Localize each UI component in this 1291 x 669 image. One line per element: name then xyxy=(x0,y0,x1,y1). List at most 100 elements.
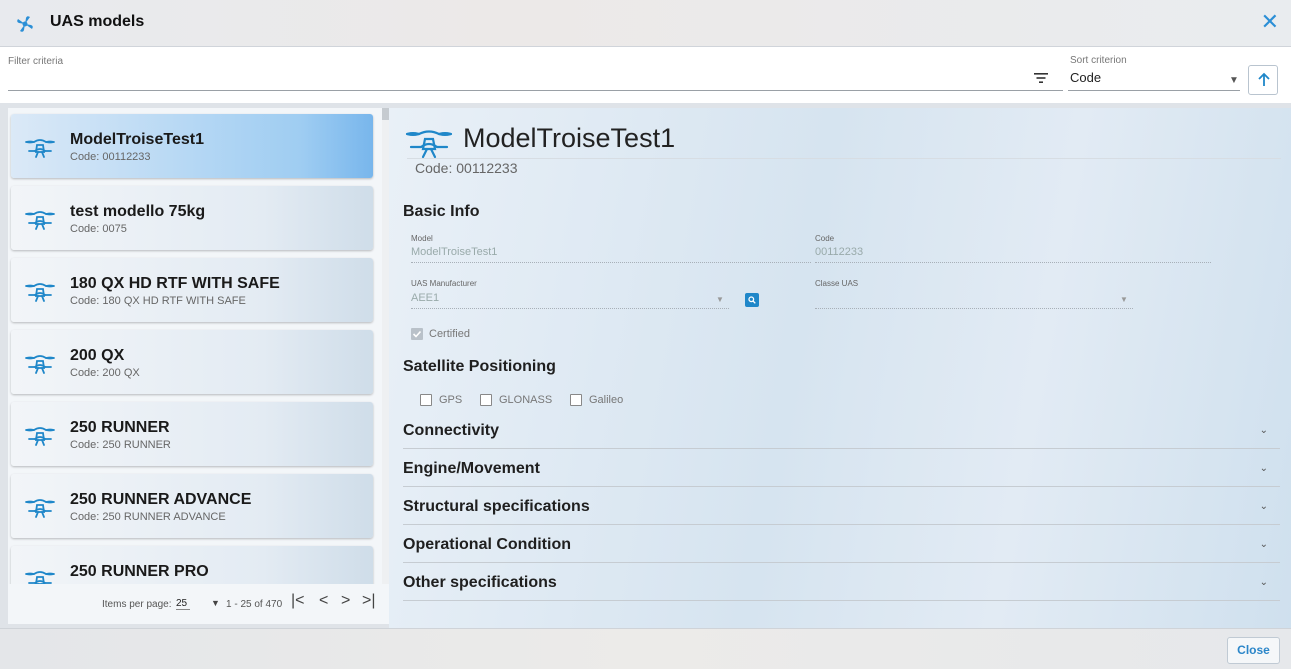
accordion-title: Structural specifications xyxy=(403,498,590,515)
list-item-name: 200 QX xyxy=(70,347,125,364)
chevron-down-icon[interactable]: ▼ xyxy=(211,598,220,608)
drone-icon xyxy=(24,351,56,375)
next-page-button[interactable]: > xyxy=(341,592,350,610)
accordion-title: Connectivity xyxy=(403,422,500,439)
list-item-name: 250 RUNNER PRO xyxy=(70,563,209,580)
list-item[interactable]: test modello 75kg Code: 0075 xyxy=(11,186,373,250)
title-divider xyxy=(407,158,1281,159)
basic-info-heading: Basic Info xyxy=(403,203,480,220)
dialog-title: UAS models xyxy=(50,13,145,30)
list-item-code: Code: 00112233 xyxy=(70,151,151,163)
model-field-label: Model xyxy=(411,234,433,243)
filter-criteria-label: Filter criteria xyxy=(8,56,64,67)
dialog-footer: Close xyxy=(0,628,1291,669)
uas-manufacturer-label: UAS Manufacturer xyxy=(411,279,477,288)
list-item[interactable]: 250 RUNNER ADVANCE Code: 250 RUNNER ADVAN… xyxy=(11,474,373,538)
gps-label: GPS xyxy=(439,394,463,406)
list-scrollbar[interactable] xyxy=(382,108,389,584)
list-item-code: Code: 250 RUNNER PRO xyxy=(70,583,198,584)
filter-lines-icon[interactable] xyxy=(1033,71,1049,85)
paginator: Items per page: 25 ▼ 1 - 25 of 470 |< < … xyxy=(8,586,389,622)
uas-manufacturer-select: AEE1 xyxy=(411,292,440,304)
drone-icon xyxy=(405,130,453,159)
chevron-down-icon: ⌄ xyxy=(1259,425,1268,436)
accordion-title: Engine/Movement xyxy=(403,460,540,477)
model-detail-panel: ModelTroiseTest1 Code: 00112233 Basic In… xyxy=(389,108,1291,628)
code-field-underline xyxy=(815,262,1211,263)
model-field-underline xyxy=(411,262,811,263)
model-field: ModelTroiseTest1 xyxy=(411,246,498,258)
drone-propeller-icon xyxy=(17,16,33,32)
search-manufacturer-button[interactable] xyxy=(745,293,759,307)
items-per-page-label: Items per page: xyxy=(102,599,172,610)
sort-direction-button[interactable] xyxy=(1248,65,1278,95)
check-icon xyxy=(412,330,422,338)
model-title: ModelTroiseTest1 xyxy=(463,123,676,153)
chevron-down-icon: ▼ xyxy=(716,295,724,304)
drone-icon xyxy=(24,495,56,519)
classe-uas-label: Classe UAS xyxy=(815,279,859,288)
list-item-name: 250 RUNNER ADVANCE xyxy=(70,491,252,508)
glonass-label: GLONASS xyxy=(499,394,553,406)
chevron-down-icon: ⌄ xyxy=(1259,501,1268,512)
list-item-code: Code: 250 RUNNER xyxy=(70,439,171,451)
drone-icon xyxy=(24,279,56,303)
close-icon[interactable]: ✕ xyxy=(1261,11,1279,33)
list-item-name: 180 QX HD RTF WITH SAFE xyxy=(70,275,280,292)
model-list[interactable]: ModelTroiseTest1 Code: 00112233 test model… xyxy=(8,108,378,584)
list-item-code: Code: 180 QX HD RTF WITH SAFE xyxy=(70,295,246,307)
accordion-structural-specifications[interactable]: Structural specifications ⌄ xyxy=(403,487,1280,525)
accordion-title: Operational Condition xyxy=(403,536,571,553)
list-item[interactable]: 200 QX Code: 200 QX xyxy=(11,330,373,394)
drone-icon xyxy=(24,135,56,159)
accordion-engine-movement[interactable]: Engine/Movement ⌄ xyxy=(403,449,1280,487)
drone-icon xyxy=(24,423,56,447)
sort-criterion-select[interactable]: Code xyxy=(1070,70,1101,85)
filter-criteria-input[interactable] xyxy=(8,90,1063,91)
last-page-button[interactable]: >| xyxy=(362,592,376,610)
items-per-page-select[interactable]: 25 xyxy=(176,598,190,610)
chevron-down-icon: ⌄ xyxy=(1259,539,1268,550)
galileo-checkbox xyxy=(570,394,582,406)
list-item[interactable]: ModelTroiseTest1 Code: 00112233 xyxy=(11,114,373,178)
uas-manufacturer-underline xyxy=(411,308,729,309)
dialog-header: UAS models ✕ xyxy=(0,0,1291,47)
list-item[interactable]: 180 QX HD RTF WITH SAFE Code: 180 QX HD R… xyxy=(11,258,373,322)
accordion-connectivity[interactable]: Connectivity ⌄ xyxy=(403,411,1280,449)
accordion-operational-condition[interactable]: Operational Condition ⌄ xyxy=(403,525,1280,563)
list-item-code: Code: 250 RUNNER ADVANCE xyxy=(70,511,226,523)
list-item-name: test modello 75kg xyxy=(70,203,206,220)
glonass-checkbox xyxy=(480,394,492,406)
code-field: 00112233 xyxy=(815,246,864,258)
code-field-label: Code xyxy=(815,234,835,243)
chevron-down-icon: ⌄ xyxy=(1259,463,1268,474)
model-code: Code: 00112233 xyxy=(415,160,518,176)
gps-checkbox xyxy=(420,394,432,406)
list-item-code: Code: 0075 xyxy=(70,223,127,235)
filter-bar: Filter criteria Sort criterion Code ▼ xyxy=(0,47,1291,103)
accordion-other-specifications[interactable]: Other specifications ⌄ xyxy=(403,563,1280,601)
accordion-title: Other specifications xyxy=(403,574,557,591)
classe-uas-underline xyxy=(815,308,1133,309)
arrow-up-icon xyxy=(1258,72,1270,86)
search-icon xyxy=(748,296,756,304)
list-item-name: 250 RUNNER xyxy=(70,419,170,436)
list-item[interactable]: 250 RUNNER Code: 250 RUNNER xyxy=(11,402,373,466)
certified-label: Certified xyxy=(429,328,470,340)
chevron-down-icon: ⌄ xyxy=(1259,577,1268,588)
list-item-code: Code: 200 QX xyxy=(70,367,140,379)
drone-icon xyxy=(24,207,56,231)
certified-checkbox xyxy=(411,328,423,340)
first-page-button[interactable]: |< xyxy=(291,592,305,610)
scrollbar-thumb[interactable] xyxy=(382,108,389,120)
galileo-label: Galileo xyxy=(589,394,624,406)
sort-criterion-label: Sort criterion xyxy=(1070,55,1127,66)
satellite-positioning-heading: Satellite Positioning xyxy=(403,358,556,375)
chevron-down-icon[interactable]: ▼ xyxy=(1229,75,1239,86)
previous-page-button[interactable]: < xyxy=(319,592,328,610)
close-button[interactable]: Close xyxy=(1227,637,1280,664)
list-item[interactable]: 250 RUNNER PRO Code: 250 RUNNER PRO xyxy=(11,546,373,584)
list-item-name: ModelTroiseTest1 xyxy=(70,131,204,148)
model-list-panel: ModelTroiseTest1 Code: 00112233 test model… xyxy=(8,108,389,624)
drone-icon xyxy=(24,567,56,584)
